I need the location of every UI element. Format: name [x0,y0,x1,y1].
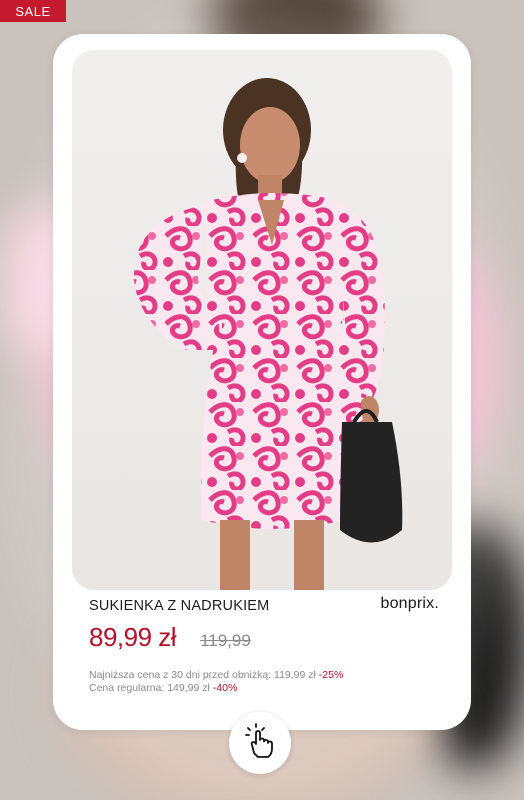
lowest-price-line: Najniższa cena z 30 dni przed obniżką: 1… [89,669,343,682]
regular-price-line: Cena regularna: 149,99 zł -40% [89,682,343,695]
old-price: 119,99 [200,631,251,650]
product-card[interactable]: SUKIENKA Z NADRUKIEM bonprix. 89,99 zł 1… [53,34,471,730]
product-name: SUKIENKA Z NADRUKIEM [89,598,270,614]
brand-logo: bonprix. [380,595,439,612]
lowest-price-text: Najniższa cena z 30 dni przed obniżką: 1… [89,669,316,681]
lowest-price-discount: -25% [318,669,344,681]
tap-button[interactable] [229,712,291,774]
product-image [72,50,452,590]
hand-tap-icon [242,722,278,764]
regular-price-text: Cena regularna: 149,99 zł [89,682,210,694]
regular-price-discount: -40% [212,682,238,694]
current-price: 89,99 zł [89,622,177,652]
price-row: 89,99 zł 119,99 [89,622,251,653]
price-disclaimer: Najniższa cena z 30 dni przed obniżką: 1… [89,669,343,695]
sale-badge: SALE [0,0,66,22]
